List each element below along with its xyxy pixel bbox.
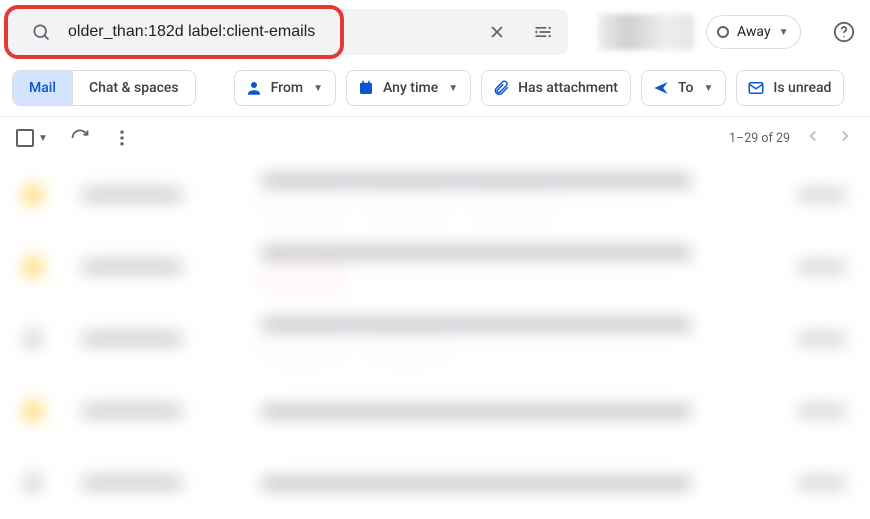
- filter-to[interactable]: To ▼: [641, 70, 726, 106]
- refresh-button[interactable]: [70, 128, 90, 148]
- filter-to-label: To: [678, 80, 694, 96]
- filter-anytime[interactable]: Any time ▼: [346, 70, 471, 106]
- select-all-checkbox[interactable]: ▼: [16, 129, 48, 147]
- search-input[interactable]: [68, 9, 470, 55]
- status-selector[interactable]: Away ▼: [706, 15, 801, 49]
- message-list-blurred: [0, 159, 870, 519]
- filter-bar: Mail Chat & spaces From ▼ Any time ▼ Has…: [0, 64, 870, 117]
- filter-is-unread[interactable]: Is unread: [736, 70, 844, 106]
- filter-from-label: From: [271, 80, 303, 96]
- chevron-down-icon: ▼: [779, 27, 789, 38]
- prev-page-button[interactable]: [804, 127, 822, 149]
- filter-attachment-label: Has attachment: [518, 80, 618, 96]
- segment-mail[interactable]: Mail: [13, 71, 72, 105]
- filter-anytime-label: Any time: [383, 80, 438, 96]
- filter-unread-label: Is unread: [773, 80, 831, 96]
- more-button[interactable]: [112, 128, 132, 148]
- chevron-down-icon: ▼: [703, 83, 713, 94]
- chevron-down-icon: ▼: [313, 83, 323, 94]
- chevron-down-icon: ▼: [448, 83, 458, 94]
- search-icon[interactable]: [22, 13, 60, 51]
- segment-chat[interactable]: Chat & spaces: [72, 71, 195, 105]
- help-button[interactable]: [826, 14, 862, 50]
- status-away-icon: [717, 26, 729, 38]
- filter-from[interactable]: From ▼: [234, 70, 336, 106]
- search-bar: [8, 9, 568, 55]
- chevron-down-icon: ▼: [38, 133, 48, 144]
- filter-has-attachment[interactable]: Has attachment: [481, 70, 631, 106]
- clear-search-icon[interactable]: [478, 13, 516, 51]
- search-options-icon[interactable]: [524, 13, 562, 51]
- status-label: Away: [737, 24, 771, 40]
- next-page-button[interactable]: [836, 127, 854, 149]
- list-toolbar: ▼ 1–29 of 29: [0, 117, 870, 159]
- segmented-control: Mail Chat & spaces: [12, 70, 196, 106]
- account-info-blurred: [598, 14, 694, 50]
- pagination-count: 1–29 of 29: [729, 131, 790, 146]
